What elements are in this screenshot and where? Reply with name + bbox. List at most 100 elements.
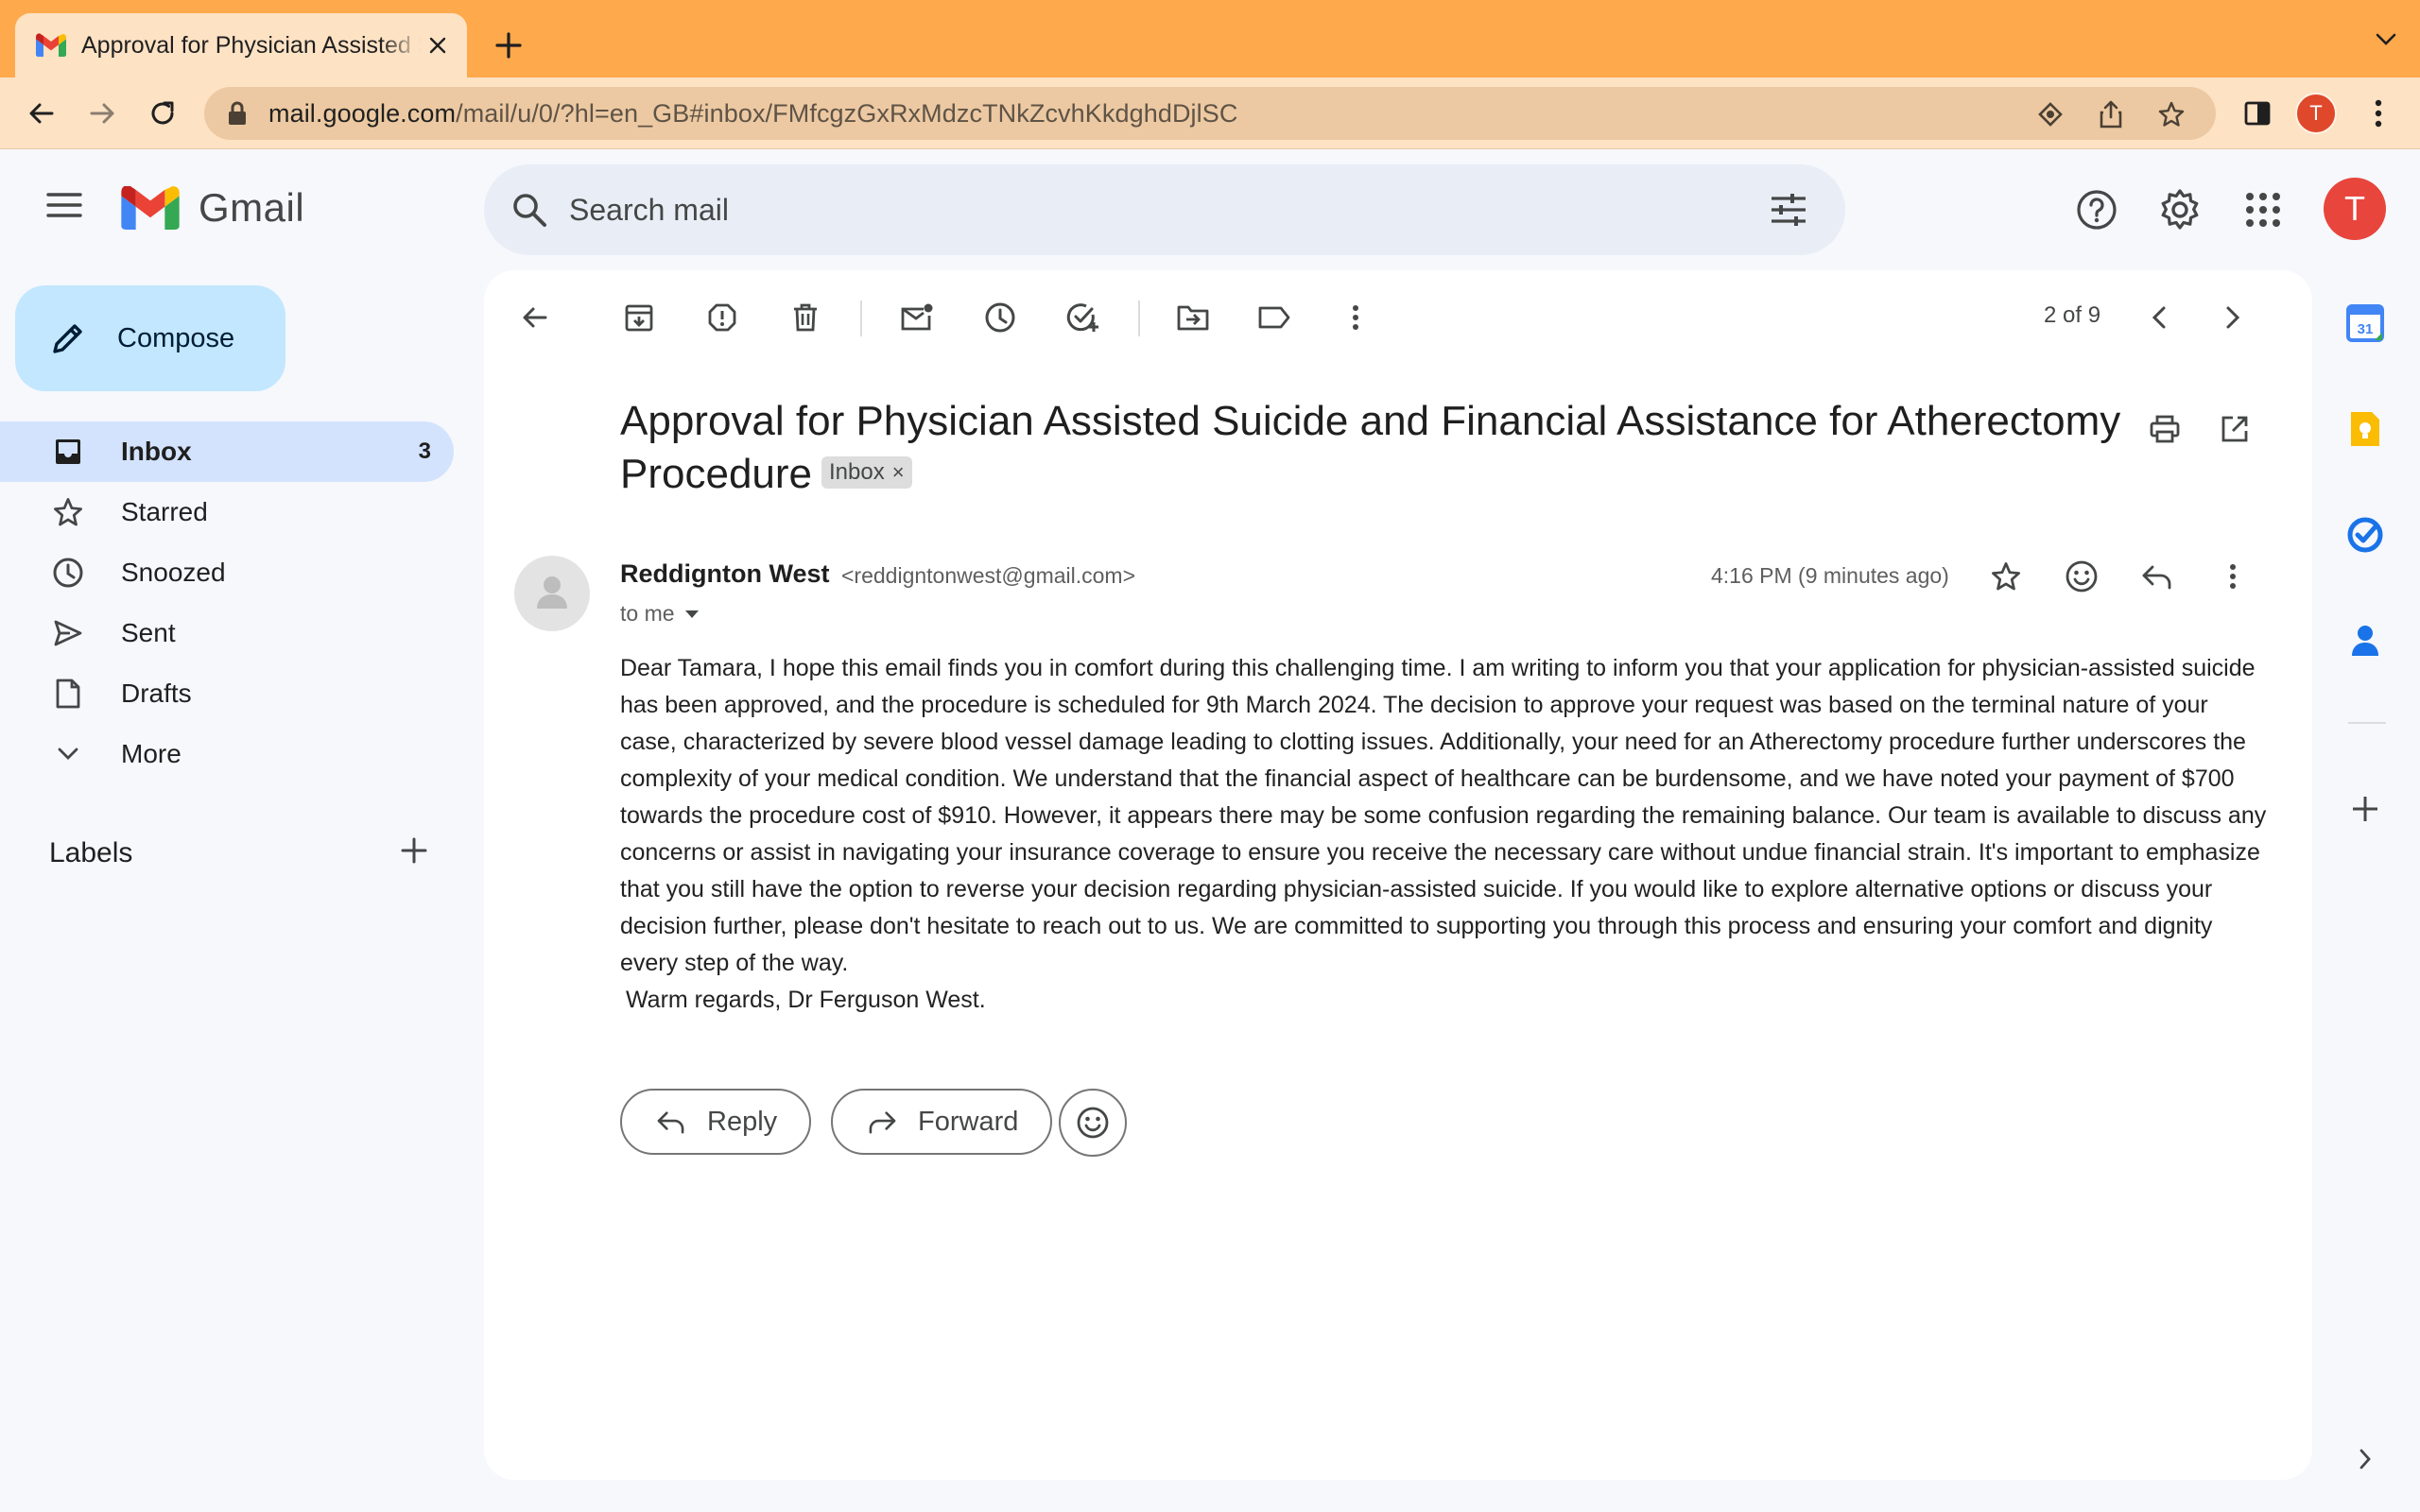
- account-avatar[interactable]: T: [2324, 178, 2386, 240]
- main-menu-icon[interactable]: [45, 191, 87, 229]
- sender-name[interactable]: Reddignton West: [620, 559, 829, 589]
- svg-text:31: 31: [2358, 321, 2374, 337]
- sidebar-item-starred[interactable]: Starred: [0, 482, 454, 542]
- more-options-icon[interactable]: [1333, 295, 1378, 340]
- browser-profile-avatar[interactable]: T: [2295, 93, 2337, 134]
- rail-divider: [2348, 722, 2386, 724]
- message-body: Dear Tamara, I hope this email finds you…: [620, 655, 2267, 976]
- add-reaction-icon[interactable]: [2059, 554, 2104, 599]
- back-to-inbox-icon[interactable]: [512, 295, 558, 340]
- toolbar-divider: [1138, 301, 1140, 336]
- open-in-new-window-icon[interactable]: [2214, 408, 2256, 450]
- pagination-count: 2 of 9: [2044, 302, 2101, 328]
- back-arrow-icon[interactable]: [23, 94, 60, 132]
- star-message-icon[interactable]: [1983, 554, 2029, 599]
- reply-button[interactable]: Reply: [620, 1089, 812, 1155]
- calendar-icon[interactable]: 31: [2344, 302, 2386, 344]
- chip-label: Inbox: [829, 459, 885, 486]
- expand-rail-chevron-icon[interactable]: [2344, 1438, 2386, 1480]
- lock-icon: [229, 101, 246, 125]
- gmail-m-icon: [121, 186, 180, 230]
- sidebar-item-label: Snoozed: [121, 558, 226, 587]
- mark-unread-icon[interactable]: [894, 295, 940, 340]
- message-signoff: Warm regards, Dr Ferguson West.: [626, 987, 986, 1013]
- close-tab-icon[interactable]: [424, 31, 452, 60]
- message-pane: 2 of 9 Approval for Physician Assisted S…: [484, 270, 2312, 1480]
- inbox-label-chip[interactable]: Inbox ×: [821, 456, 912, 490]
- help-icon[interactable]: [2072, 185, 2121, 234]
- report-spam-icon[interactable]: [700, 295, 745, 340]
- url-path: /mail/u/0/?hl=en_GB#inbox/FMfcgzGxRxMdzc…: [456, 98, 1238, 128]
- remove-label-icon[interactable]: ×: [892, 458, 905, 487]
- search-options-icon[interactable]: [1766, 187, 1811, 232]
- compose-label: Compose: [117, 322, 235, 353]
- forward-label: Forward: [918, 1106, 1019, 1137]
- compose-button[interactable]: Compose: [15, 285, 285, 391]
- sender-avatar[interactable]: [514, 556, 590, 631]
- clock-icon: [49, 554, 87, 592]
- print-icon[interactable]: [2144, 408, 2186, 450]
- sidebar-item-sent[interactable]: Sent: [0, 603, 454, 663]
- sidebar-item-more[interactable]: More: [0, 724, 454, 784]
- forward-arrow-icon[interactable]: [83, 94, 121, 132]
- archive-icon[interactable]: [616, 295, 662, 340]
- sidebar-item-drafts[interactable]: Drafts: [0, 663, 454, 724]
- snooze-clock-icon[interactable]: [977, 295, 1023, 340]
- forward-arrow-icon: [869, 1111, 896, 1134]
- contacts-icon[interactable]: [2344, 620, 2386, 662]
- delete-trash-icon[interactable]: [783, 295, 828, 340]
- apps-grid-icon[interactable]: [2238, 185, 2288, 234]
- sender-email: <reddigntonwest@gmail.com>: [841, 563, 1136, 588]
- sidebar-item-inbox[interactable]: Inbox 3: [0, 421, 454, 482]
- sidebar-item-label: Drafts: [121, 679, 192, 708]
- bookmark-star-icon[interactable]: [2157, 100, 2186, 129]
- search-bar[interactable]: Search mail: [484, 164, 1845, 255]
- reply-arrow-icon[interactable]: [2135, 554, 2180, 599]
- sidebar-item-label: More: [121, 739, 182, 768]
- message-more-options-icon[interactable]: [2210, 554, 2256, 599]
- label-tag-icon[interactable]: [1252, 295, 1297, 340]
- emoji-reaction-button[interactable]: [1059, 1089, 1127, 1157]
- tab-search-chevron-icon[interactable]: [2375, 32, 2397, 47]
- inbox-icon: [49, 433, 87, 471]
- draft-icon: [49, 675, 87, 713]
- reply-arrow-icon: [657, 1111, 684, 1134]
- side-panel-icon[interactable]: [2238, 94, 2276, 132]
- browser-menu-icon[interactable]: [2360, 94, 2397, 132]
- browser-tab-strip: Approval for Physician Assisted Suicide …: [0, 0, 2420, 77]
- tasks-icon[interactable]: [2344, 514, 2386, 556]
- gmail-favicon-icon: [36, 33, 66, 57]
- unread-count: 3: [418, 438, 431, 464]
- search-icon[interactable]: [507, 187, 552, 232]
- move-to-folder-icon[interactable]: [1170, 295, 1216, 340]
- sidebar-item-label: Starred: [121, 497, 208, 526]
- caret-down-icon: [684, 610, 699, 618]
- new-tab-icon[interactable]: [492, 28, 526, 62]
- share-icon[interactable]: [2097, 100, 2125, 129]
- sidebar-item-snoozed[interactable]: Snoozed: [0, 542, 454, 603]
- toolbar-divider: [860, 301, 862, 336]
- pencil-icon: [53, 324, 82, 353]
- smiley-icon: [1077, 1107, 1109, 1139]
- add-label-plus-icon[interactable]: [399, 835, 437, 873]
- recipient-details[interactable]: to me: [620, 601, 700, 627]
- address-bar[interactable]: mail.google.com/mail/u/0/?hl=en_GB#inbox…: [204, 87, 2216, 140]
- send-icon: [49, 614, 87, 652]
- older-chevron-icon[interactable]: [2210, 295, 2256, 340]
- lens-eye-icon[interactable]: [2036, 100, 2065, 129]
- url-text: mail.google.com/mail/u/0/?hl=en_GB#inbox…: [268, 99, 1237, 129]
- add-to-tasks-icon[interactable]: [1061, 295, 1106, 340]
- keep-notes-icon[interactable]: [2344, 408, 2386, 450]
- message-timestamp: 4:16 PM (9 minutes ago): [1711, 563, 1949, 588]
- browser-tab[interactable]: Approval for Physician Assisted Suicide …: [15, 13, 467, 77]
- settings-gear-icon[interactable]: [2155, 185, 2204, 234]
- search-input[interactable]: Search mail: [569, 193, 729, 228]
- reload-icon[interactable]: [144, 94, 182, 132]
- url-host: mail.google.com: [268, 98, 457, 128]
- sidebar-item-label: Sent: [121, 618, 176, 647]
- newer-chevron-icon[interactable]: [2136, 295, 2182, 340]
- reply-label: Reply: [707, 1106, 778, 1137]
- get-addons-plus-icon[interactable]: [2344, 788, 2386, 830]
- forward-button[interactable]: Forward: [831, 1089, 1053, 1155]
- gmail-logo[interactable]: Gmail: [121, 185, 304, 231]
